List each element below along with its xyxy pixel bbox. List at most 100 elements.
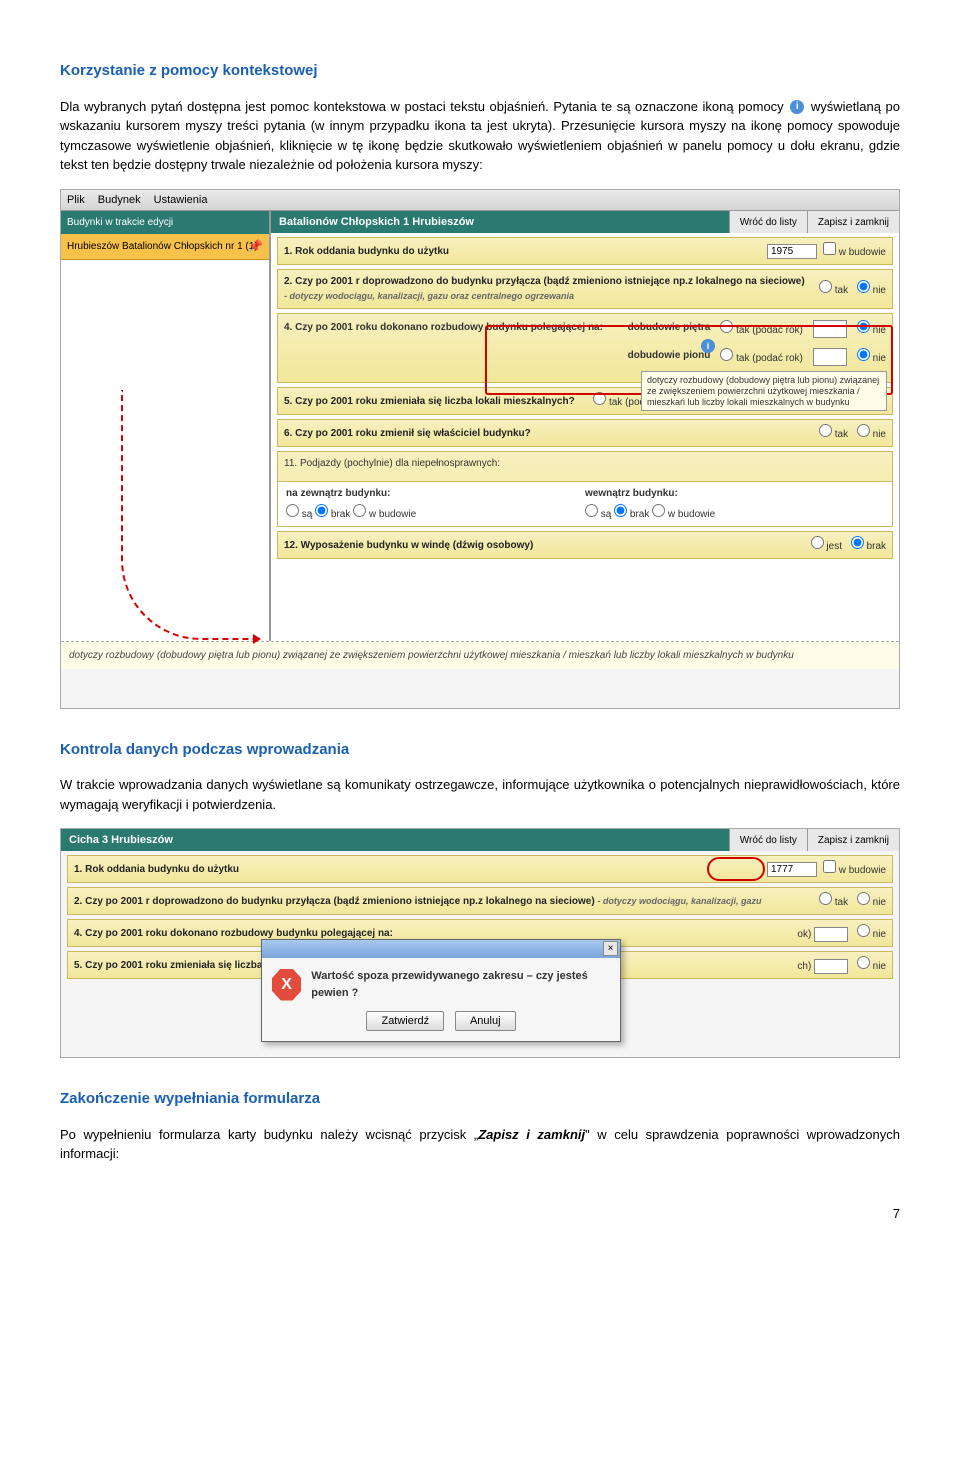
q1-wbudowie-checkbox[interactable]	[823, 242, 836, 255]
ss2-question-2: 2. Czy po 2001 r doprowadzono do budynku…	[67, 887, 893, 915]
dialog-titlebar: ×	[262, 940, 620, 958]
finish-paragraph: Po wypełnieniu formularza karty budynku …	[60, 1125, 900, 1164]
dialog-cancel-button[interactable]: Anuluj	[455, 1011, 516, 1031]
q11-out-sa[interactable]	[286, 504, 299, 517]
dialog-confirm-button[interactable]: Zatwierdź	[366, 1011, 444, 1031]
q11-outside-label: na zewnątrz budynku:	[286, 486, 585, 501]
ss2-q2-nie-label: nie	[873, 897, 886, 908]
ss2-q2-label-text: 2. Czy po 2001 r doprowadzono do budynku…	[74, 896, 595, 907]
save-and-close-button-2[interactable]: Zapisz i zamknij	[807, 829, 899, 851]
q4-r1-tak[interactable]	[720, 320, 733, 333]
ss2-q2-note: - dotyczy wodociągu, kanalizacji, gazu	[597, 896, 761, 906]
q11-out-wbud[interactable]	[353, 504, 366, 517]
q11-in-wbud[interactable]	[652, 504, 665, 517]
q4-label: 4. Czy po 2001 roku dokonano rozbudowy b…	[284, 320, 603, 338]
q11-inside-label: wewnątrz budynku:	[585, 486, 884, 501]
question-2: 2. Czy po 2001 r doprowadzono do budynku…	[277, 269, 893, 309]
form-title: Batalionów Chłopskich 1 Hrubieszów	[271, 214, 729, 231]
q11-out-brak[interactable]	[315, 504, 328, 517]
context-help-text-part1: Dla wybranych pytań dostępna jest pomoc …	[60, 99, 784, 114]
q4-r2-year[interactable]	[813, 348, 847, 366]
context-help-paragraph: Dla wybranych pytań dostępna jest pomoc …	[60, 97, 900, 175]
q2-note: - dotyczy wodociągu, kanalizacji, gazu o…	[284, 291, 574, 301]
ss2-q2-radio-tak[interactable]	[819, 892, 832, 905]
q11-out-wbud-label: w budowie	[369, 509, 416, 520]
menu-ustawienia[interactable]: Ustawienia	[154, 194, 208, 206]
q4-r2-tak[interactable]	[720, 348, 733, 361]
menu-budynek[interactable]: Budynek	[98, 194, 141, 206]
finish-text-a: Po wypełnieniu formularza karty budynku …	[60, 1127, 478, 1142]
q4-r2-nie[interactable]	[857, 348, 870, 361]
q12-radio-brak[interactable]	[851, 536, 864, 549]
sidebar-item-label: Hrubieszów Batalionów Chłopskich nr 1 (1…	[67, 241, 258, 252]
ss2-q2-tak-label: tak	[835, 897, 848, 908]
q2-radios: tak nie	[813, 280, 886, 298]
q11-in-sa-label: są	[601, 509, 612, 520]
annotation-arrowhead	[253, 634, 261, 644]
sidebar-item-building[interactable]: Hrubieszów Batalionów Chłopskich nr 1 (1…	[61, 234, 269, 260]
ss2-q4-year[interactable]	[814, 927, 848, 942]
q4-r2-nie-label: nie	[873, 353, 886, 364]
q6-radio-tak[interactable]	[819, 424, 832, 437]
q4-r2-tak-label: tak (podać rok)	[736, 353, 803, 364]
q11-label: 11. Podjazdy (pochylnie) dla niepełnospr…	[284, 456, 886, 471]
q4-r1-nie[interactable]	[857, 320, 870, 333]
question-12: 12. Wyposażenie budynku w windę (dźwig o…	[277, 531, 893, 559]
info-icon[interactable]: i	[701, 339, 715, 353]
screenshot-validation: Cicha 3 Hrubieszów Wróć do listy Zapisz …	[60, 828, 900, 1058]
page-number: 7	[60, 1204, 900, 1224]
back-to-list-button-2[interactable]: Wróć do listy	[729, 829, 807, 851]
q1-wbudowie-label: w budowie	[839, 247, 886, 258]
q6-label: 6. Czy po 2001 roku zmienił się właścici…	[284, 426, 807, 441]
q12-label: 12. Wyposażenie budynku w windę (dźwig o…	[284, 538, 799, 553]
q5-radio-tak[interactable]	[593, 392, 606, 405]
q2-radio-tak[interactable]	[819, 280, 832, 293]
form-panel: Batalionów Chłopskich 1 Hrubieszów Wróć …	[271, 211, 899, 641]
section-title-context-help: Korzystanie z pomocy kontekstowej	[60, 60, 900, 83]
q11-in-sa[interactable]	[585, 504, 598, 517]
ss2-q1-year-input[interactable]	[767, 862, 817, 877]
q12-brak-label: brak	[867, 541, 886, 552]
q4-r1-nie-label: nie	[873, 325, 886, 336]
ss2-q2-label: 2. Czy po 2001 r doprowadzono do budynku…	[74, 894, 807, 909]
q2-radio-nie[interactable]	[857, 280, 870, 293]
form-header: Batalionów Chłopskich 1 Hrubieszów Wróć …	[271, 211, 899, 233]
stop-icon: X	[272, 969, 301, 1001]
ss2-question-1: 1. Rok oddania budynku do użytku w budow…	[67, 855, 893, 883]
help-panel: dotyczy rozbudowy (dobudowy piętra lub p…	[61, 641, 899, 669]
q4-r1-tak-label: tak (podać rok)	[736, 325, 803, 336]
q11-in-brak-label: brak	[630, 509, 649, 520]
ss2-q1-wbudowie-checkbox[interactable]	[823, 860, 836, 873]
q12-radio-jest[interactable]	[811, 536, 824, 549]
ss2-q4-radio-nie[interactable]	[857, 924, 870, 937]
finish-text-b: Zapisz i zamknij	[478, 1127, 585, 1142]
info-icon: i	[790, 100, 804, 114]
ss2-q5-count[interactable]	[814, 959, 848, 974]
q11-out-brak-label: brak	[331, 509, 350, 520]
screenshot-context-help: Plik Budynek Ustawienia Budynki w trakci…	[60, 189, 900, 709]
ss2-q2-radio-nie[interactable]	[857, 892, 870, 905]
question-11: 11. Podjazdy (pochylnie) dla niepełnospr…	[277, 451, 893, 527]
q11-in-brak[interactable]	[614, 504, 627, 517]
back-to-list-button[interactable]: Wróć do listy	[729, 211, 807, 233]
sidebar-header: Budynki w trakcie edycji	[61, 211, 269, 234]
q4-r1-year[interactable]	[813, 320, 847, 338]
q1-year-input[interactable]	[767, 244, 817, 259]
q4-row2-name: dobudowie pionu	[628, 348, 711, 366]
q12-jest-label: jest	[826, 541, 842, 552]
save-and-close-button[interactable]: Zapisz i zamknij	[807, 211, 899, 233]
q6-radio-nie[interactable]	[857, 424, 870, 437]
dialog-close-button[interactable]: ×	[603, 941, 618, 956]
form-title-2: Cicha 3 Hrubieszów	[61, 832, 729, 849]
question-6: 6. Czy po 2001 roku zmienił się właścici…	[277, 419, 893, 447]
dialog-message: Wartość spoza przewidywanego zakresu – c…	[311, 968, 610, 1001]
q5-label: 5. Czy po 2001 roku zmieniała się liczba…	[284, 394, 581, 409]
menu-plik[interactable]: Plik	[67, 194, 85, 206]
sidebar: Budynki w trakcie edycji Hrubieszów Bata…	[61, 211, 271, 641]
ss2-q5-nie-label: nie	[873, 961, 886, 972]
q6-tak-label: tak	[835, 429, 848, 440]
section-title-validation: Kontrola danych podczas wprowadzania	[60, 739, 900, 762]
ss2-q5-radio-nie[interactable]	[857, 956, 870, 969]
pin-icon: 📌	[248, 237, 263, 255]
q1-label: 1. Rok oddania budynku do użytku	[284, 244, 761, 259]
